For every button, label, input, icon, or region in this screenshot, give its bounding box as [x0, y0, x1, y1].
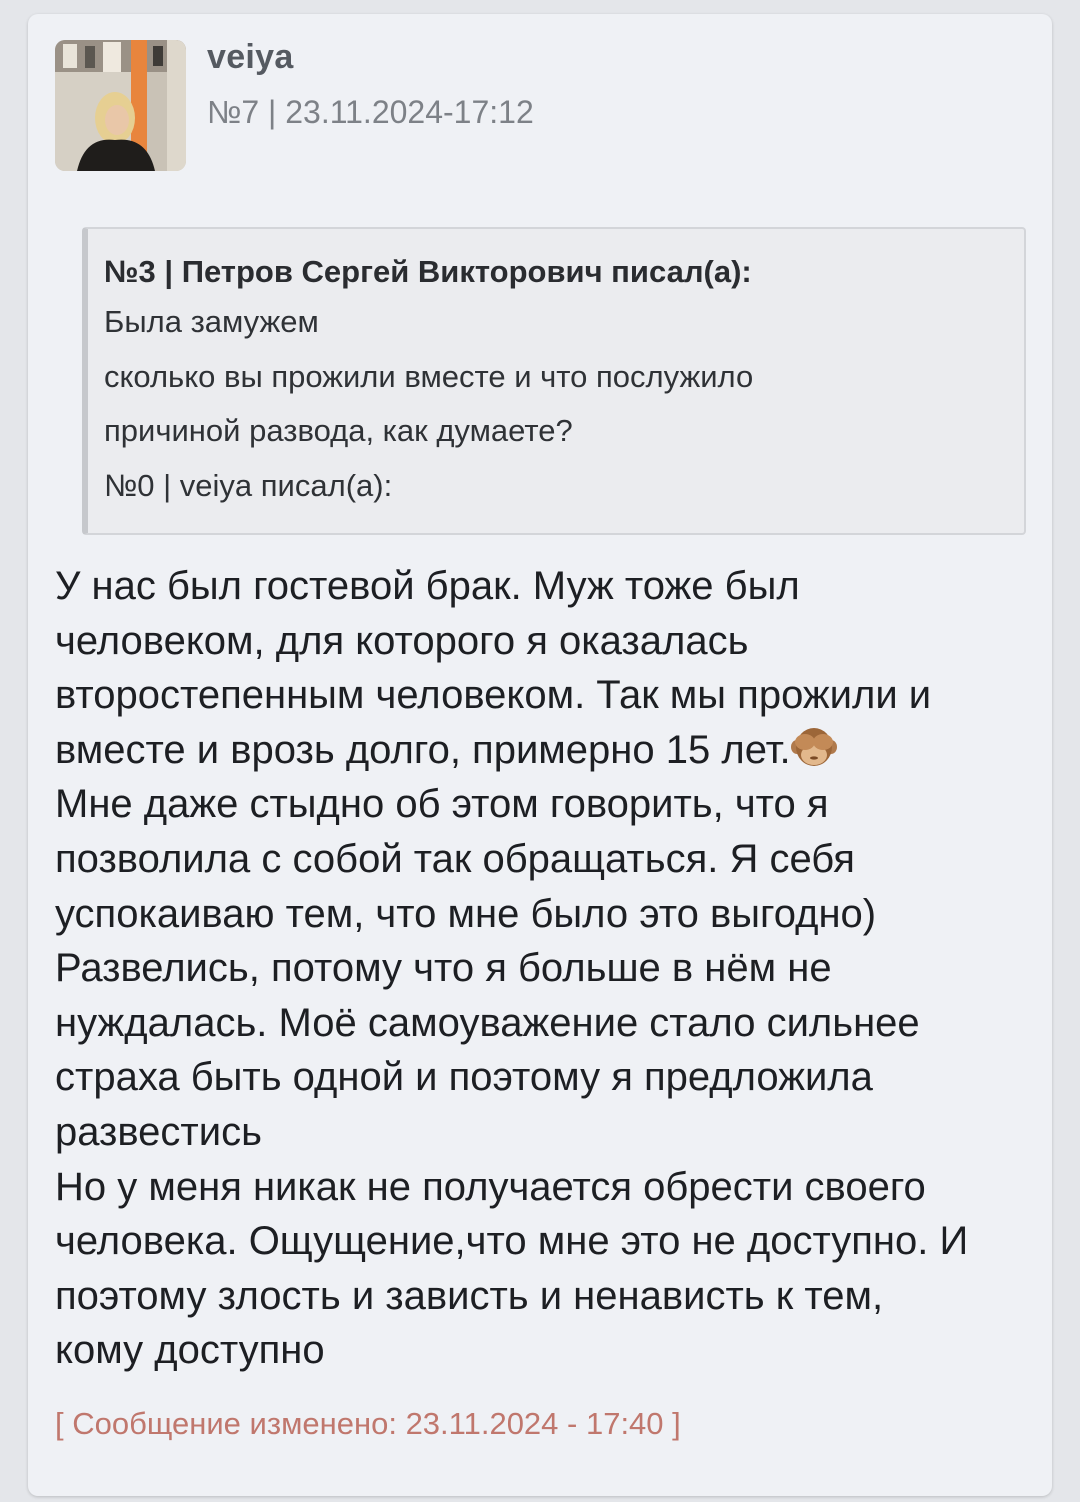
quote-line: сколько вы прожили вместе и что послужил…	[104, 358, 754, 394]
body-line: Развелись, потому что я больше в нём не	[55, 946, 832, 991]
body-line: позволила с собой так обращаться. Я себя	[55, 836, 855, 881]
body-line: развестись	[55, 1109, 262, 1154]
see-no-evil-monkey-icon	[790, 725, 837, 769]
body-line: второстепенным человеком. Так мы прожили…	[55, 673, 932, 718]
body-line: У нас был гостевой брак. Муж тоже был	[55, 564, 800, 608]
body-line-with-emoji: вместе и врозь долго, примерно 15 лет.	[55, 723, 1040, 778]
quote-line: Была замужем	[104, 304, 319, 339]
body-line: кому доступно	[55, 1328, 325, 1373]
body-line: Но у меня никак не получается обрести св…	[55, 1164, 926, 1209]
body-line: человеком, для которого я оказалась	[55, 618, 749, 663]
edited-note: [ Сообщение изменено: 23.11.2024 - 17:40…	[55, 1406, 681, 1441]
body-line: поэтому злость и зависть и ненависть к т…	[55, 1273, 884, 1318]
body-line: успокаиваю тем, что мне было это выгодно…	[55, 891, 877, 936]
quote-header: №3 | Петров Сергей Викторович писал(а):	[104, 254, 752, 289]
body-line: человека. Ощущение,что мне это не доступ…	[55, 1219, 969, 1264]
quote-line: причиной развода, как думаете?	[104, 413, 573, 448]
avatar-photo	[55, 40, 186, 171]
body-line: Мне даже стыдно об этом говорить, что я	[55, 782, 829, 827]
body-line: нуждалась. Моё самоуважение стало сильне…	[55, 1000, 920, 1045]
post-body: У нас был гостевой брак. Муж тоже был че…	[55, 559, 1040, 1378]
avatar[interactable]	[55, 40, 186, 171]
body-line-text: вместе и врозь долго, примерно 15 лет.	[55, 727, 791, 772]
body-line: страха быть одной и поэтому я предложила	[55, 1055, 873, 1100]
post-number-and-date: №7 | 23.11.2024-17:12	[207, 94, 534, 130]
author-name[interactable]: veiya	[207, 38, 294, 77]
post-card: veiya №7 | 23.11.2024-17:12 №3 | Петров …	[28, 14, 1052, 1496]
quote-line: №0 | veiya писал(а):	[104, 467, 393, 503]
quote-block: №3 | Петров Сергей Викторович писал(а): …	[82, 227, 1026, 535]
